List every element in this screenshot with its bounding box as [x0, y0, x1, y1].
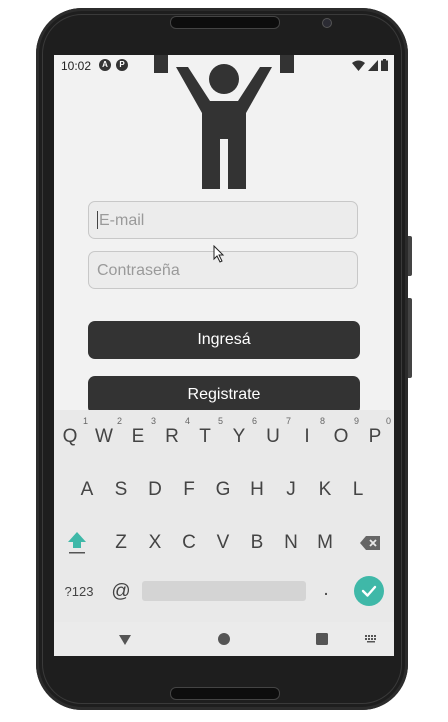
key-f[interactable]: F — [174, 479, 204, 501]
email-placeholder: E-mail — [99, 212, 145, 229]
key-a[interactable]: A — [72, 479, 102, 501]
at-key[interactable]: @ — [106, 581, 136, 603]
home-icon[interactable] — [217, 632, 231, 646]
key-hint: 1 — [83, 416, 89, 426]
key-h[interactable]: H — [242, 479, 272, 501]
key-w[interactable]: W — [89, 426, 119, 448]
key-e[interactable]: E — [123, 426, 153, 448]
key-v[interactable]: V — [208, 532, 238, 554]
shift-icon[interactable] — [67, 530, 87, 554]
checkmark-icon — [361, 585, 377, 597]
weightlifter-logo-icon — [154, 55, 294, 189]
key-z[interactable]: Z — [106, 532, 136, 554]
earpiece-speaker — [170, 16, 280, 29]
key-b[interactable]: B — [242, 532, 272, 554]
wifi-icon — [352, 60, 365, 71]
key-hint: 3 — [151, 416, 157, 426]
register-button[interactable]: Registrate — [88, 376, 360, 414]
key-u[interactable]: U — [258, 426, 288, 448]
notification-p-icon: P — [116, 59, 128, 71]
navigation-bar — [54, 622, 394, 656]
period-key[interactable]: . — [311, 579, 341, 601]
front-camera — [322, 18, 332, 28]
key-d[interactable]: D — [140, 479, 170, 501]
key-s[interactable]: S — [106, 479, 136, 501]
key-m[interactable]: M — [310, 532, 340, 554]
key-o[interactable]: O — [326, 426, 356, 448]
cell-signal-icon — [368, 59, 378, 71]
enter-button[interactable] — [354, 576, 384, 606]
bottom-speaker — [170, 687, 280, 700]
mouse-pointer-icon — [213, 245, 225, 263]
backspace-icon[interactable] — [359, 535, 381, 551]
key-x[interactable]: X — [140, 532, 170, 554]
text-caret — [97, 210, 98, 229]
key-hint: 9 — [354, 416, 360, 426]
symbols-key[interactable]: ?123 — [62, 584, 96, 599]
login-button[interactable]: Ingresá — [88, 321, 360, 359]
key-hint: 8 — [320, 416, 326, 426]
key-hint: 4 — [185, 416, 191, 426]
key-k[interactable]: K — [310, 479, 340, 501]
key-y[interactable]: Y — [224, 426, 254, 448]
space-bar[interactable] — [142, 581, 306, 601]
volume-button — [408, 236, 412, 276]
key-t[interactable]: T — [190, 426, 220, 448]
key-r[interactable]: R — [157, 426, 187, 448]
key-hint: 7 — [286, 416, 292, 426]
key-g[interactable]: G — [208, 479, 238, 501]
key-i[interactable]: I — [292, 426, 322, 448]
key-p[interactable]: P — [360, 426, 390, 448]
key-l[interactable]: L — [343, 479, 373, 501]
back-icon[interactable] — [118, 632, 132, 646]
key-q[interactable]: Q — [55, 426, 85, 448]
key-hint: 5 — [218, 416, 224, 426]
notification-a-icon: A — [99, 59, 111, 71]
email-field[interactable]: E-mail — [88, 201, 358, 239]
key-hint: 6 — [252, 416, 258, 426]
app-screen: 10:02 A P E-mail Contraseña Ingresá Regi… — [54, 55, 394, 656]
key-j[interactable]: J — [276, 479, 306, 501]
power-button — [408, 298, 412, 378]
key-hint: 2 — [117, 416, 123, 426]
key-n[interactable]: N — [276, 532, 306, 554]
keyboard-switch-icon[interactable] — [365, 635, 377, 643]
battery-icon — [381, 59, 388, 71]
status-icons — [352, 59, 388, 71]
key-hint: 0 — [386, 416, 392, 426]
password-placeholder: Contraseña — [97, 262, 180, 279]
recents-icon[interactable] — [315, 632, 329, 646]
status-time: 10:02 — [61, 59, 92, 73]
key-c[interactable]: C — [174, 532, 204, 554]
soft-keyboard: 1 2 3 4 5 6 7 8 9 0 Q W E R T Y U I O P … — [54, 410, 394, 622]
